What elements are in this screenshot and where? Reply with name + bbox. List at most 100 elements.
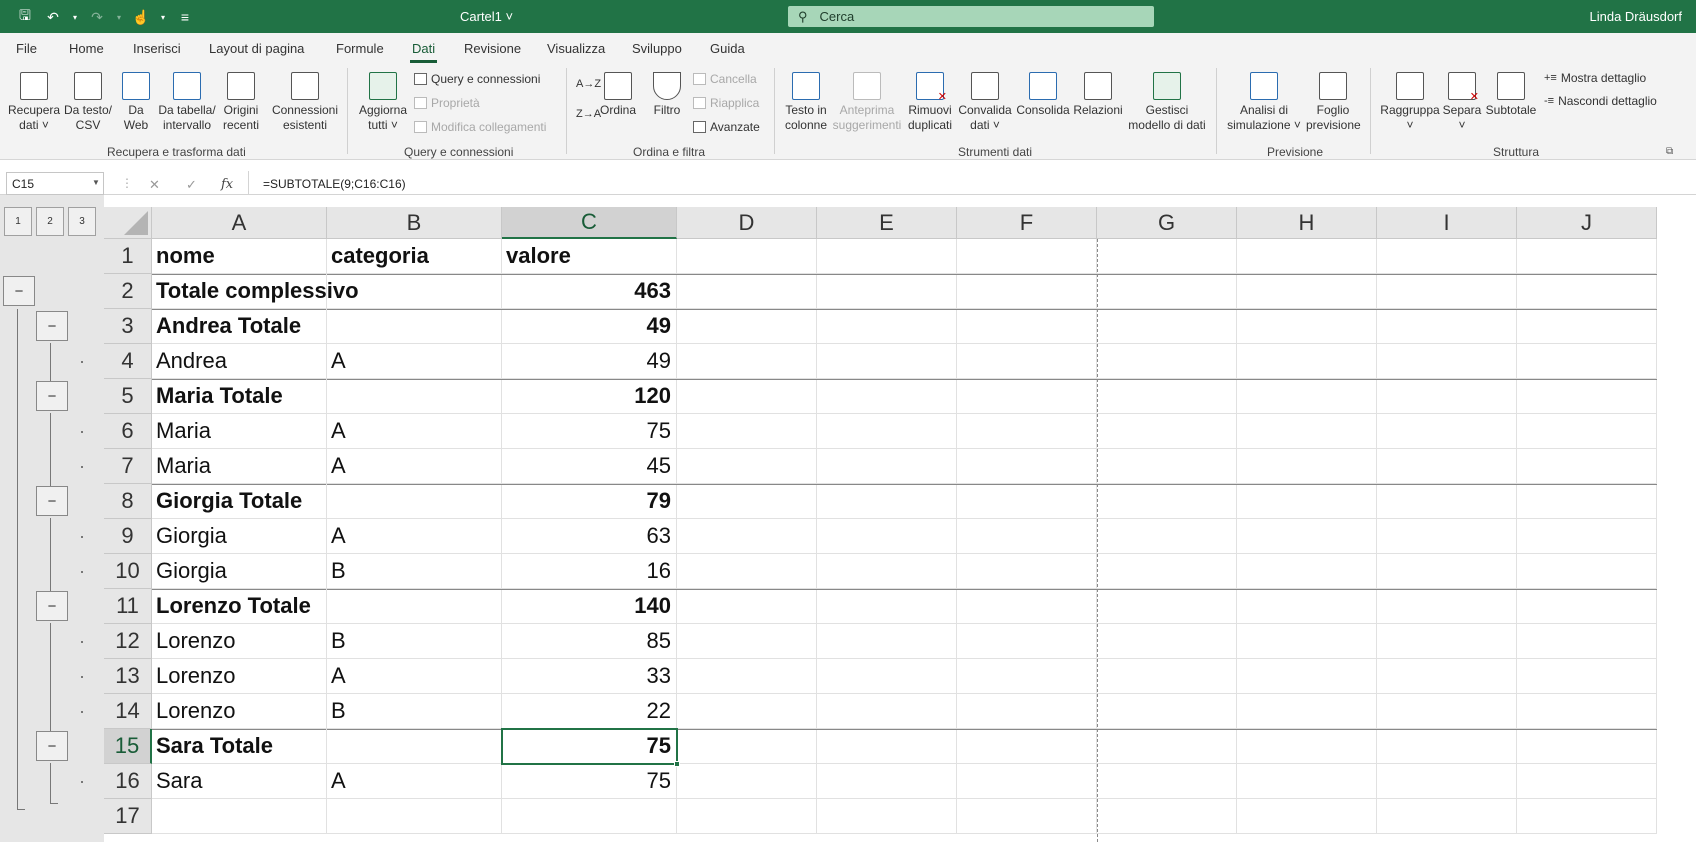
cancel-icon[interactable]: ✕ (149, 177, 160, 193)
cell-f11[interactable] (957, 589, 1097, 624)
formula-input[interactable]: =SUBTOTALE(9;C16:C16) (248, 171, 1696, 195)
cell-b11[interactable] (327, 589, 502, 624)
cell-f8[interactable] (957, 484, 1097, 519)
cell-f3[interactable] (957, 309, 1097, 344)
cell-j4[interactable] (1517, 344, 1657, 379)
cell-i7[interactable] (1377, 449, 1517, 484)
tab-dati[interactable]: Dati (409, 41, 438, 63)
cell-h8[interactable] (1237, 484, 1377, 519)
cell-g12[interactable] (1097, 624, 1237, 659)
cell-b13[interactable]: A (327, 659, 502, 694)
column-header-c[interactable]: C (502, 207, 677, 239)
raggruppa-button[interactable]: Raggruppa ˅ (1380, 72, 1440, 133)
cell-j16[interactable] (1517, 764, 1657, 799)
cell-c15[interactable]: 75 (502, 729, 677, 764)
cell-h2[interactable] (1237, 274, 1377, 309)
outline-collapse-button-level1[interactable]: − (3, 276, 35, 306)
cell-j12[interactable] (1517, 624, 1657, 659)
select-all-button[interactable] (104, 207, 152, 239)
cell-d7[interactable] (677, 449, 817, 484)
cell-a4[interactable]: Andrea (152, 344, 327, 379)
row-header-3[interactable]: 3 (104, 309, 152, 344)
fill-handle[interactable] (674, 761, 680, 767)
cell-i9[interactable] (1377, 519, 1517, 554)
cell-f1[interactable] (957, 239, 1097, 274)
da-tabella-button[interactable]: Da tabella/ intervallo (157, 72, 217, 133)
cell-b1[interactable]: categoria (327, 239, 502, 274)
redo-dropdown-icon[interactable]: ▾ (114, 6, 124, 28)
cell-a15[interactable]: Sara Totale (152, 729, 327, 764)
cell-f4[interactable] (957, 344, 1097, 379)
cell-a7[interactable]: Maria (152, 449, 327, 484)
outline-level-1-button[interactable]: 1 (4, 207, 32, 236)
cell-f12[interactable] (957, 624, 1097, 659)
cell-g17[interactable] (1097, 799, 1237, 834)
cell-d10[interactable] (677, 554, 817, 589)
search-box[interactable]: ⚲ Cerca (788, 6, 1154, 27)
cell-i6[interactable] (1377, 414, 1517, 449)
cell-c13[interactable]: 33 (502, 659, 677, 694)
more-options-icon[interactable]: ⋮ (121, 176, 133, 190)
cell-g9[interactable] (1097, 519, 1237, 554)
tab-formule[interactable]: Formule (336, 41, 384, 56)
cell-a11[interactable]: Lorenzo Totale (152, 589, 327, 624)
outline-level-2-button[interactable]: 2 (36, 207, 64, 236)
cell-c14[interactable]: 22 (502, 694, 677, 729)
cell-g3[interactable] (1097, 309, 1237, 344)
cell-h15[interactable] (1237, 729, 1377, 764)
cell-f16[interactable] (957, 764, 1097, 799)
cell-j5[interactable] (1517, 379, 1657, 414)
user-name[interactable]: Linda Dräusdorf (1590, 9, 1683, 24)
cell-g11[interactable] (1097, 589, 1237, 624)
cell-f2[interactable] (957, 274, 1097, 309)
nascondi-dettaglio-button[interactable]: -≡ Nascondi dettaglio (1544, 94, 1657, 108)
cell-e15[interactable] (817, 729, 957, 764)
cell-d14[interactable] (677, 694, 817, 729)
column-header-b[interactable]: B (327, 207, 502, 239)
cell-b10[interactable]: B (327, 554, 502, 589)
cell-c12[interactable]: 85 (502, 624, 677, 659)
redo-icon[interactable]: ↷ (86, 6, 108, 28)
column-header-j[interactable]: J (1517, 207, 1657, 239)
dialog-launcher-icon[interactable]: ⧉ (1666, 146, 1673, 157)
cell-d5[interactable] (677, 379, 817, 414)
cell-a1[interactable]: nome (152, 239, 327, 274)
riapplica-button[interactable]: Riapplica (693, 96, 759, 110)
aggiorna-tutti-button[interactable]: Aggiorna tutti ˅ (355, 72, 411, 133)
cell-h5[interactable] (1237, 379, 1377, 414)
cell-e3[interactable] (817, 309, 957, 344)
cell-i2[interactable] (1377, 274, 1517, 309)
row-header-12[interactable]: 12 (104, 624, 152, 659)
consolida-button[interactable]: Consolida (1016, 72, 1070, 118)
cell-c1[interactable]: valore (502, 239, 677, 274)
cell-c8[interactable]: 79 (502, 484, 677, 519)
cell-b7[interactable]: A (327, 449, 502, 484)
cell-e4[interactable] (817, 344, 957, 379)
cell-j17[interactable] (1517, 799, 1657, 834)
cell-d8[interactable] (677, 484, 817, 519)
tab-sviluppo[interactable]: Sviluppo (632, 41, 682, 56)
modifica-collegamenti-button[interactable]: Modifica collegamenti (414, 120, 546, 134)
analisi-simulazione-button[interactable]: Analisi di simulazione ˅ (1226, 72, 1302, 133)
cell-j9[interactable] (1517, 519, 1657, 554)
cell-i3[interactable] (1377, 309, 1517, 344)
tab-visualizza[interactable]: Visualizza (547, 41, 605, 56)
cell-c10[interactable]: 16 (502, 554, 677, 589)
cell-e12[interactable] (817, 624, 957, 659)
cell-d15[interactable] (677, 729, 817, 764)
cell-d16[interactable] (677, 764, 817, 799)
cell-g4[interactable] (1097, 344, 1237, 379)
sort-za-button[interactable]: Z→A (576, 108, 601, 120)
subtotale-button[interactable]: Subtotale (1484, 72, 1538, 118)
row-header-2[interactable]: 2 (104, 274, 152, 309)
cell-j2[interactable] (1517, 274, 1657, 309)
cell-g6[interactable] (1097, 414, 1237, 449)
undo-dropdown-icon[interactable]: ▾ (70, 6, 80, 28)
cell-e16[interactable] (817, 764, 957, 799)
cell-d9[interactable] (677, 519, 817, 554)
row-header-15[interactable]: 15 (104, 729, 152, 764)
row-header-14[interactable]: 14 (104, 694, 152, 729)
cell-e10[interactable] (817, 554, 957, 589)
cell-c4[interactable]: 49 (502, 344, 677, 379)
cell-a3[interactable]: Andrea Totale (152, 309, 327, 344)
